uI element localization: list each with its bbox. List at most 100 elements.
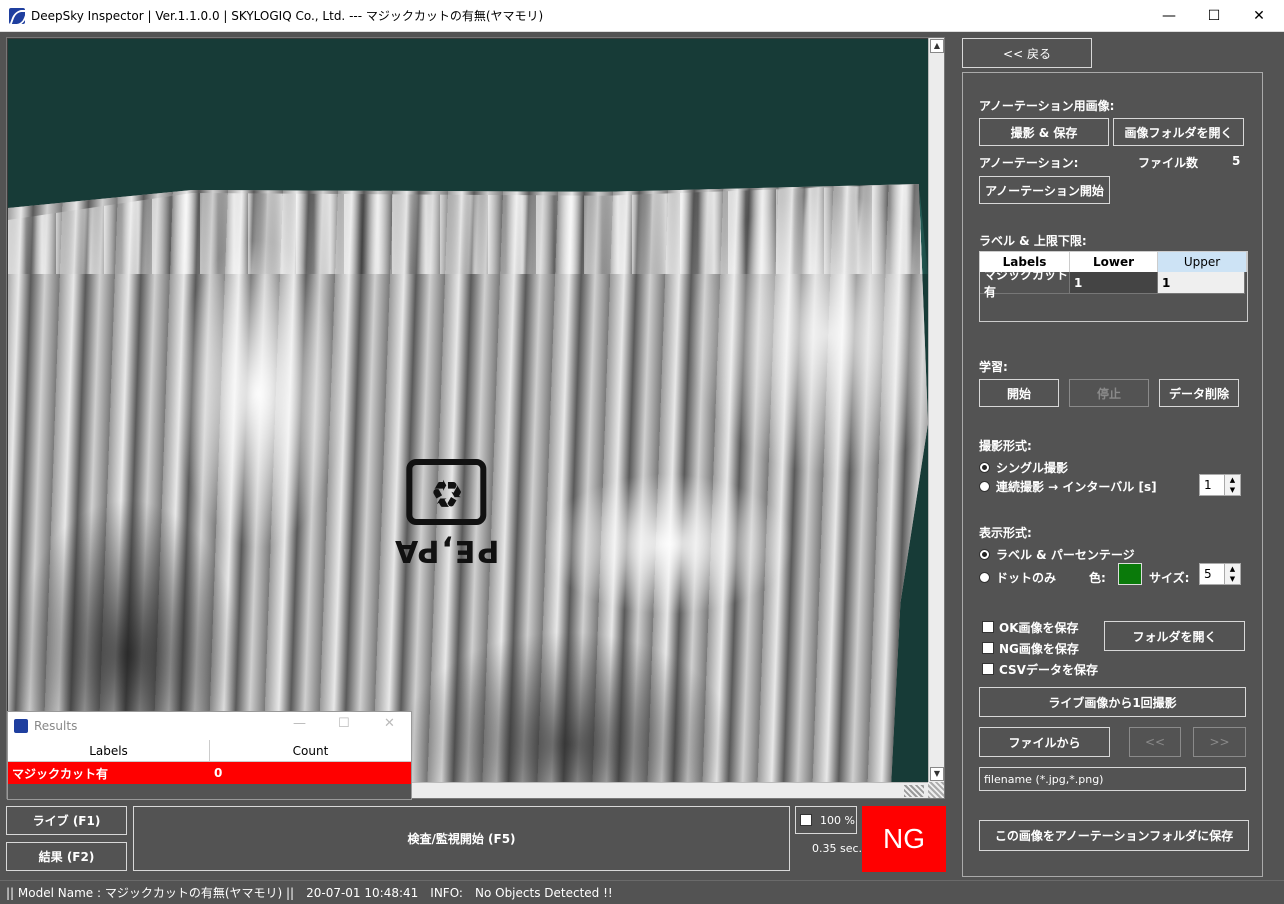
- size-label: サイズ:: [1149, 571, 1190, 585]
- capture-save-button[interactable]: 撮影 & 保存: [979, 118, 1109, 146]
- scroll-down-icon[interactable]: ▼: [930, 767, 944, 781]
- filename-field[interactable]: filename (*.jpg,*.png): [979, 767, 1246, 791]
- save-csv-option[interactable]: CSVデータを保存: [982, 661, 1098, 678]
- maximize-button[interactable]: ☐: [1191, 0, 1237, 32]
- single-capture-radio[interactable]: [979, 462, 990, 473]
- info-label: INFO:: [430, 885, 463, 900]
- capture-once-button[interactable]: ライブ画像から1回撮影: [979, 687, 1246, 717]
- table-row[interactable]: マジックカット有 0: [8, 762, 411, 784]
- delete-data-button[interactable]: データ削除: [1159, 379, 1239, 407]
- save-ok-label: OK画像を保存: [999, 621, 1079, 635]
- scroll-grip-icon[interactable]: [904, 785, 924, 797]
- judgement-indicator: NG: [862, 806, 946, 872]
- status-bar: || Model Name : マジックカットの有無(ヤマモリ) || 20-0…: [0, 880, 1284, 904]
- annotation-start-button[interactable]: アノーテーション開始: [979, 176, 1110, 204]
- interval-stepper[interactable]: 1 ▲ ▼: [1199, 474, 1241, 496]
- train-stop-button[interactable]: 停止: [1069, 379, 1149, 407]
- minimize-icon[interactable]: —: [293, 716, 306, 731]
- annotation-images-label: アノーテーション用画像:: [979, 99, 1115, 113]
- result-count: 0: [214, 766, 223, 780]
- table-row[interactable]: マジックカット有 1 1: [980, 268, 1247, 299]
- continuous-capture-radio[interactable]: [979, 481, 990, 492]
- color-label: 色:: [1089, 571, 1106, 585]
- print-text: PE,PA: [393, 533, 500, 568]
- interval-value: 1: [1204, 478, 1212, 492]
- table-cell-label: マジックカット有: [980, 268, 1070, 299]
- minimize-button[interactable]: —: [1146, 0, 1192, 32]
- vertical-scrollbar[interactable]: ▲ ▼: [928, 38, 944, 782]
- label-percentage-radio[interactable]: [979, 549, 990, 560]
- maximize-icon[interactable]: ☐: [338, 716, 350, 731]
- app-logo-icon: [14, 719, 28, 733]
- close-icon[interactable]: ✕: [384, 716, 395, 731]
- results-table-header: Labels Count: [8, 740, 411, 762]
- annotation-label: アノーテーション:: [979, 156, 1079, 170]
- continuous-capture-label: 連続撮影 → インターバル [s]: [996, 480, 1157, 494]
- result-label: マジックカット有: [12, 766, 109, 781]
- training-label: 学習:: [979, 360, 1008, 374]
- zoom-label: 100 %: [820, 813, 855, 827]
- stepper-arrows-icon[interactable]: ▲ ▼: [1224, 475, 1240, 495]
- dot-color-swatch[interactable]: [1118, 563, 1142, 585]
- window-title: DeepSky Inspector | Ver.1.1.0.0 | SKYLOG…: [31, 9, 544, 23]
- save-ng-label: NG画像を保存: [999, 642, 1079, 656]
- open-folder-button[interactable]: フォルダを開く: [1104, 621, 1245, 651]
- open-image-folder-button[interactable]: 画像フォルダを開く: [1113, 118, 1244, 146]
- capture-mode-label: 撮影形式:: [979, 439, 1032, 453]
- recycle-icon: [406, 459, 487, 525]
- labels-limits-label: ラベル & 上限下限:: [979, 234, 1087, 248]
- scroll-up-icon[interactable]: ▲: [930, 39, 944, 53]
- column-header-lower: Lower: [1070, 252, 1158, 272]
- file-count-label: ファイル数: [1138, 156, 1199, 170]
- stepper-arrows-icon[interactable]: ▲ ▼: [1224, 564, 1240, 584]
- image-viewer[interactable]: PE,PA ▲ ▼: [6, 37, 945, 799]
- camera-image: PE,PA: [8, 39, 928, 783]
- info-message: No Objects Detected !!: [474, 885, 613, 900]
- elapsed-time: 0.35 sec.: [812, 842, 863, 855]
- dots-only-label: ドットのみ: [996, 571, 1057, 585]
- recycle-mark: PE,PA: [393, 459, 499, 568]
- zoom-checkbox[interactable]: [800, 814, 812, 826]
- live-button[interactable]: ライブ (F1): [6, 806, 127, 835]
- save-csv-checkbox[interactable]: [982, 663, 994, 675]
- size-stepper[interactable]: 5 ▲ ▼: [1199, 563, 1241, 585]
- results-window[interactable]: Results — ☐ ✕ Labels Count マジックカット有 0: [7, 711, 412, 800]
- next-file-button[interactable]: >>: [1193, 727, 1246, 757]
- save-csv-label: CSVデータを保存: [999, 663, 1098, 677]
- label-percentage-option[interactable]: ラベル & パーセンテージ: [979, 546, 1135, 563]
- continuous-capture-option[interactable]: 連続撮影 → インターバル [s]: [979, 478, 1157, 495]
- results-title: Results: [34, 719, 78, 733]
- save-to-annotation-button[interactable]: この画像をアノーテーションフォルダに保存: [979, 820, 1249, 851]
- save-ok-option[interactable]: OK画像を保存: [982, 619, 1079, 636]
- title-bar: DeepSky Inspector | Ver.1.1.0.0 | SKYLOG…: [0, 0, 1284, 32]
- dots-only-radio[interactable]: [979, 572, 990, 583]
- from-file-button[interactable]: ファイルから: [979, 727, 1110, 757]
- result-button[interactable]: 結果 (F2): [6, 842, 127, 871]
- app-logo-icon: [9, 7, 25, 24]
- results-title-bar[interactable]: Results — ☐ ✕: [8, 712, 411, 740]
- prev-file-button[interactable]: <<: [1129, 727, 1181, 757]
- label-percentage-label: ラベル & パーセンテージ: [996, 548, 1135, 562]
- save-ng-option[interactable]: NG画像を保存: [982, 640, 1079, 657]
- back-button[interactable]: << 戻る: [962, 38, 1092, 68]
- column-header-labels: Labels: [8, 740, 210, 761]
- dots-only-option[interactable]: ドットのみ: [979, 569, 1056, 586]
- inspect-start-button[interactable]: 検査/監視開始 (F5): [133, 806, 790, 871]
- close-button[interactable]: ✕: [1236, 0, 1282, 32]
- train-start-button[interactable]: 開始: [979, 379, 1059, 407]
- resize-grip-icon[interactable]: [928, 782, 944, 798]
- save-ng-checkbox[interactable]: [982, 642, 994, 654]
- table-cell-upper[interactable]: 1: [1158, 272, 1245, 294]
- display-mode-label: 表示形式:: [979, 526, 1032, 540]
- zoom-toggle[interactable]: 100 %: [795, 806, 857, 834]
- model-name: || Model Name : マジックカットの有無(ヤマモリ) ||: [6, 886, 295, 900]
- labels-limits-table[interactable]: Labels Lower Upper マジックカット有 1 1: [979, 251, 1248, 322]
- file-count: 5: [1232, 154, 1241, 168]
- column-header-upper: Upper: [1158, 252, 1247, 272]
- single-capture-option[interactable]: シングル撮影: [979, 459, 1068, 476]
- table-cell-lower[interactable]: 1: [1070, 272, 1158, 294]
- single-capture-label: シングル撮影: [996, 461, 1069, 475]
- size-value: 5: [1204, 567, 1212, 581]
- save-ok-checkbox[interactable]: [982, 621, 994, 633]
- column-header-count: Count: [292, 743, 329, 758]
